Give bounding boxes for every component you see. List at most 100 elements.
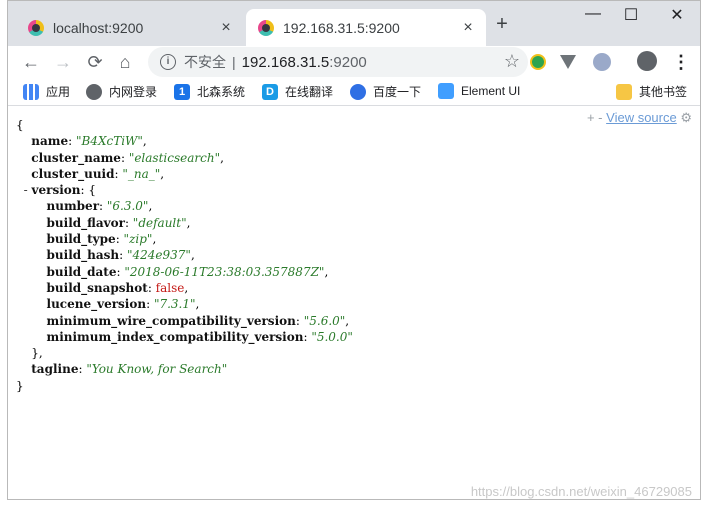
new-tab-button[interactable]: + <box>490 13 514 36</box>
tab-close-icon[interactable]: × <box>216 19 236 37</box>
other-bookmarks-label: 其他书签 <box>639 85 688 99</box>
json-key: version <box>31 183 81 198</box>
bookmark-label: 北森系统 <box>197 85 246 99</box>
elastic-favicon-icon <box>258 19 274 36</box>
json-value: "7.3.1" <box>153 297 196 312</box>
browser-window: localhost:9200 × 192.168.31.5:9200 × + —… <box>7 0 701 500</box>
json-key: build_flavor <box>46 215 125 230</box>
json-value: "_na_" <box>122 166 161 181</box>
security-label: 不安全 <box>184 54 226 70</box>
json-key: lucene_version <box>46 297 147 312</box>
other-bookmarks[interactable]: 其他书签 <box>616 83 687 100</box>
extension-green-icon[interactable] <box>530 54 546 70</box>
bookmark-element-ui[interactable]: Element UI <box>438 83 520 99</box>
json-row-tagline: tagline: "You Know, for Search" <box>31 362 228 377</box>
extension-blue-icon[interactable] <box>593 53 611 71</box>
json-value: "B4XcTiW" <box>75 134 143 149</box>
json-value: "424e937" <box>126 248 191 263</box>
bookmark-label: 百度一下 <box>373 85 422 99</box>
json-version-close: }, <box>16 345 353 361</box>
close-window-icon[interactable]: ✕ <box>662 5 692 25</box>
json-row-min-wire: minimum_wire_compatibility_version: "5.6… <box>46 313 350 328</box>
json-key: build_type <box>46 232 116 247</box>
element-ui-icon <box>438 83 454 99</box>
json-value: "zip" <box>123 232 153 247</box>
tab-strip: localhost:9200 × 192.168.31.5:9200 × + —… <box>8 1 700 46</box>
collapse-all-button[interactable]: - <box>598 110 602 125</box>
home-icon[interactable]: ⌂ <box>112 49 138 75</box>
profile-avatar-icon[interactable] <box>637 51 657 71</box>
folder-icon <box>616 83 632 100</box>
json-brace: }, <box>31 346 43 361</box>
bookmark-star-icon[interactable]: ☆ <box>504 51 520 72</box>
json-row-build-date: build_date: "2018-06-11T23:38:03.357887Z… <box>46 264 329 279</box>
json-key: cluster_name <box>31 150 121 165</box>
json-key: minimum_index_compatibility_version <box>46 329 304 344</box>
tab-localhost[interactable]: localhost:9200 × <box>16 9 244 46</box>
tab-title: 192.168.31.5:9200 <box>283 19 400 36</box>
json-value: "default" <box>132 215 187 230</box>
jsonview-toolbar: + - View source ⚙ <box>587 110 692 126</box>
page-content: + - View source ⚙ { name: "B4XcTiW", clu… <box>8 107 700 499</box>
json-row-cluster-uuid: cluster_uuid: "_na_", <box>31 166 165 181</box>
bookmark-label: Element UI <box>461 84 521 98</box>
json-row-build-hash: build_hash: "424e937", <box>46 248 195 263</box>
json-key: build_hash <box>46 248 120 263</box>
json-row-lucene-version: lucene_version: "7.3.1", <box>46 297 200 312</box>
json-viewer: { name: "B4XcTiW", cluster_name: "elasti… <box>16 117 353 394</box>
settings-gear-icon[interactable]: ⚙ <box>680 110 692 125</box>
json-row-name: name: "B4XcTiW", <box>31 134 147 149</box>
globe-icon <box>86 83 102 100</box>
bookmark-baidu[interactable]: 百度一下 <box>350 83 421 100</box>
bookmark-label: 应用 <box>46 85 71 99</box>
json-value: "6.3.0" <box>106 199 149 214</box>
baidu-paw-icon <box>350 83 366 100</box>
vue-devtools-icon[interactable] <box>560 55 576 69</box>
collapse-toggle[interactable]: - <box>24 183 28 197</box>
menu-icon[interactable]: ⋮ <box>668 49 694 75</box>
json-value: "2018-06-11T23:38:03.357887Z" <box>124 264 325 279</box>
json-row-build-flavor: build_flavor: "default", <box>46 215 191 230</box>
json-value: false <box>155 280 185 295</box>
minimize-icon[interactable]: — <box>578 5 608 23</box>
json-brace: { <box>88 183 97 198</box>
json-key: build_snapshot <box>46 280 148 295</box>
json-row-version: - version: { <box>23 183 97 198</box>
json-key: name <box>31 134 69 149</box>
json-value: "5.0.0" <box>311 329 353 344</box>
bookmark-apps[interactable]: 应用 <box>23 83 70 100</box>
navigation-toolbar: ← → ⟳ ⌂ i 不安全 | 192.168.31.5:9200 ☆ ⋮ <box>8 46 700 78</box>
json-key: tagline <box>31 362 79 377</box>
bookmark-beisen[interactable]: 1 北森系统 <box>174 83 245 100</box>
info-icon[interactable]: i <box>160 54 176 70</box>
bookmark-intranet[interactable]: 内网登录 <box>86 83 157 100</box>
beisen-icon: 1 <box>174 83 190 100</box>
address-bar[interactable]: i 不安全 | 192.168.31.5:9200 ☆ <box>148 47 528 77</box>
json-row-cluster-name: cluster_name: "elasticsearch", <box>31 150 224 165</box>
maximize-icon[interactable]: ☐ <box>616 5 646 25</box>
elastic-favicon-icon <box>28 19 44 36</box>
json-open-brace: { <box>16 118 24 132</box>
back-icon[interactable]: ← <box>18 49 44 75</box>
tab-close-icon[interactable]: × <box>458 19 478 37</box>
forward-icon[interactable]: → <box>50 49 76 75</box>
apps-grid-icon <box>23 83 39 100</box>
json-value: "elasticsearch" <box>128 150 221 165</box>
expand-all-button[interactable]: + <box>587 110 595 125</box>
translate-icon: D <box>262 83 278 100</box>
view-source-link[interactable]: View source <box>606 110 677 125</box>
bookmark-label: 在线翻译 <box>285 85 334 99</box>
bookmarks-bar: 应用 内网登录 1 北森系统 D 在线翻译 百度一下 Element UI 其他… <box>8 78 700 106</box>
json-close-brace: } <box>16 378 24 393</box>
json-value: "You Know, for Search" <box>86 362 228 377</box>
json-row-number: number: "6.3.0", <box>46 199 153 214</box>
separator: | <box>232 54 236 70</box>
url-host: 192.168.31.5 <box>241 53 330 71</box>
tab-title: localhost:9200 <box>53 19 144 36</box>
reload-icon[interactable]: ⟳ <box>82 49 108 75</box>
json-key: cluster_uuid <box>31 166 115 181</box>
bookmark-label: 内网登录 <box>109 85 158 99</box>
bookmark-translate[interactable]: D 在线翻译 <box>262 83 333 100</box>
tab-active[interactable]: 192.168.31.5:9200 × <box>246 9 486 46</box>
json-value: "5.6.0" <box>303 313 346 328</box>
